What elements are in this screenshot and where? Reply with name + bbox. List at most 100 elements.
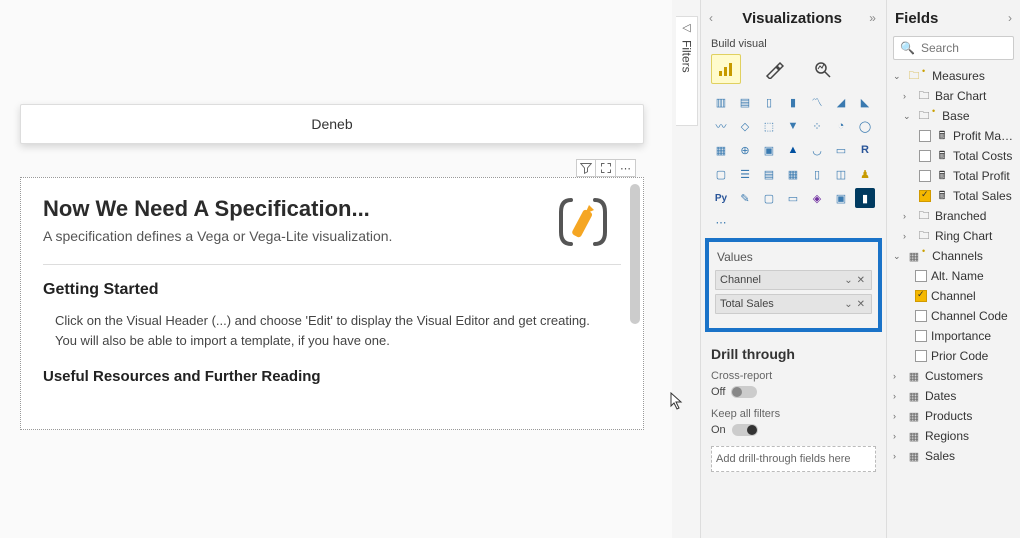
- tree-regions[interactable]: › ▦ Regions: [891, 426, 1016, 446]
- tree-bar-chart[interactable]: › 🗀 Bar Chart: [891, 86, 1016, 106]
- tree-branched[interactable]: › 🗀 Branched: [891, 206, 1016, 226]
- spec-heading: Now We Need A Specification...: [43, 196, 621, 222]
- deneb-custom-visual-icon[interactable]: ▮: [855, 188, 875, 208]
- scatter-icon[interactable]: ⁘: [807, 116, 827, 136]
- format-visual-tab[interactable]: [759, 54, 789, 84]
- stacked-bar-icon[interactable]: ▥: [711, 92, 731, 112]
- area-chart-icon[interactable]: ◢: [831, 92, 851, 112]
- scrollbar-thumb[interactable]: [630, 184, 640, 324]
- pie-icon[interactable]: ◔: [831, 116, 851, 136]
- chevron-down-icon[interactable]: ⌄: [842, 275, 854, 286]
- narrative-icon[interactable]: ▢: [759, 188, 779, 208]
- checkbox[interactable]: [919, 150, 931, 162]
- decomposition-icon[interactable]: ◫: [831, 164, 851, 184]
- ribbon-icon[interactable]: ◇: [735, 116, 755, 136]
- filled-map-icon[interactable]: ▣: [759, 140, 779, 160]
- tree-field-total-profit[interactable]: 🖩 Total Profit: [891, 166, 1016, 186]
- tree-field-alt-name[interactable]: Alt. Name: [891, 266, 1016, 286]
- tree-dates[interactable]: › ▦ Dates: [891, 386, 1016, 406]
- stacked-area-icon[interactable]: ◣: [855, 92, 875, 112]
- tree-label: Channel Code: [931, 309, 1016, 323]
- line-chart-icon[interactable]: 〽: [807, 92, 827, 112]
- tree-field-channel[interactable]: Channel: [891, 286, 1016, 306]
- drill-through-dropzone[interactable]: Add drill-through fields here: [711, 446, 876, 472]
- waterfall-icon[interactable]: ⬚: [759, 116, 779, 136]
- remove-field-icon[interactable]: ✕: [855, 299, 867, 310]
- expand-icon[interactable]: »: [869, 11, 876, 25]
- checkbox[interactable]: [919, 170, 931, 182]
- filters-label: Filters: [680, 40, 694, 73]
- r-visual-icon[interactable]: R: [855, 140, 875, 160]
- field-pill-total-sales[interactable]: Total Sales ⌄ ✕: [715, 294, 872, 314]
- tree-field-profit-margin[interactable]: 🖩 Profit Margin: [891, 126, 1016, 146]
- key-influencers-icon[interactable]: ♟: [855, 164, 875, 184]
- checkbox[interactable]: [915, 270, 927, 282]
- checkbox[interactable]: [915, 350, 927, 362]
- tree-sales[interactable]: › ▦ Sales: [891, 446, 1016, 466]
- checkbox[interactable]: [915, 290, 927, 302]
- cross-report-toggle[interactable]: [731, 386, 757, 398]
- paginated-icon[interactable]: ▭: [783, 188, 803, 208]
- report-canvas[interactable]: Deneb ⋯ Now We Need A Specification... A…: [0, 0, 672, 538]
- keep-filters-toggle[interactable]: [732, 424, 758, 436]
- donut-icon[interactable]: ◯: [855, 116, 875, 136]
- cross-report-label: Cross-report: [711, 370, 876, 382]
- more-options-icon[interactable]: ⋯: [616, 159, 636, 177]
- table-icon[interactable]: ▤: [759, 164, 779, 184]
- clustered-bar-icon[interactable]: ▤: [735, 92, 755, 112]
- azure-map-icon[interactable]: ▲: [783, 140, 803, 160]
- focus-mode-icon[interactable]: [596, 159, 616, 177]
- line-column-icon[interactable]: 〰: [711, 116, 731, 136]
- tree-field-importance[interactable]: Importance: [891, 326, 1016, 346]
- chevron-down-icon[interactable]: ⌄: [842, 299, 854, 310]
- checkbox[interactable]: [919, 130, 931, 142]
- checkbox[interactable]: [915, 310, 927, 322]
- fields-search[interactable]: 🔍: [893, 36, 1014, 60]
- deneb-visual[interactable]: Now We Need A Specification... A specifi…: [20, 177, 644, 430]
- treemap-icon[interactable]: ▦: [711, 140, 731, 160]
- values-label: Values: [715, 250, 872, 264]
- tree-ring-chart[interactable]: › 🗀 Ring Chart: [891, 226, 1016, 246]
- tree-field-channel-code[interactable]: Channel Code: [891, 306, 1016, 326]
- field-pill-channel[interactable]: Channel ⌄ ✕: [715, 270, 872, 290]
- power-apps-icon[interactable]: ◈: [807, 188, 827, 208]
- kpi-icon[interactable]: ▢: [711, 164, 731, 184]
- chevron-right-icon: ›: [893, 391, 903, 401]
- checkbox[interactable]: [915, 330, 927, 342]
- tree-label: Customers: [925, 369, 1016, 383]
- multi-row-card-icon[interactable]: ▯: [807, 164, 827, 184]
- tree-customers[interactable]: › ▦ Customers: [891, 366, 1016, 386]
- checkbox[interactable]: [919, 190, 931, 202]
- collapse-left-icon[interactable]: ‹: [709, 11, 713, 25]
- measure-group-icon: 🗀: [907, 67, 921, 86]
- clustered-column-icon[interactable]: ▮: [783, 92, 803, 112]
- map-icon[interactable]: ⊕: [735, 140, 755, 160]
- funnel-icon[interactable]: ▼: [783, 116, 803, 136]
- qa-icon[interactable]: ✎: [735, 188, 755, 208]
- analytics-tab[interactable]: [807, 54, 837, 84]
- tree-label: Total Costs: [953, 149, 1016, 163]
- tree-field-total-costs[interactable]: 🖩 Total Costs: [891, 146, 1016, 166]
- tree-field-prior-code[interactable]: Prior Code: [891, 346, 1016, 366]
- tree-base[interactable]: ⌄ 🗀• Base: [891, 106, 1016, 126]
- filters-pane-collapsed[interactable]: ◁ Filters: [676, 16, 698, 126]
- visualizations-title: Visualizations: [742, 10, 842, 27]
- matrix-icon[interactable]: ▦: [783, 164, 803, 184]
- build-visual-tab[interactable]: [711, 54, 741, 84]
- tree-channels[interactable]: ⌄ ▦• Channels: [891, 246, 1016, 266]
- collapse-right-icon[interactable]: ›: [1008, 11, 1012, 25]
- tree-products[interactable]: › ▦ Products: [891, 406, 1016, 426]
- slicer-icon[interactable]: ☰: [735, 164, 755, 184]
- gauge-icon[interactable]: ◡: [807, 140, 827, 160]
- filter-icon[interactable]: [576, 159, 596, 177]
- values-field-well: Values Channel ⌄ ✕ Total Sales ⌄ ✕: [705, 238, 882, 332]
- card-icon[interactable]: ▭: [831, 140, 851, 160]
- tree-field-total-sales[interactable]: 🖩 Total Sales: [891, 186, 1016, 206]
- python-visual-icon[interactable]: Py: [711, 188, 731, 208]
- power-automate-icon[interactable]: ▣: [831, 188, 851, 208]
- tree-measures[interactable]: ⌄ 🗀• Measures: [891, 66, 1016, 86]
- stacked-column-icon[interactable]: ▯: [759, 92, 779, 112]
- search-input[interactable]: [921, 41, 1007, 55]
- remove-field-icon[interactable]: ✕: [855, 275, 867, 286]
- get-more-visuals-icon[interactable]: ⋯: [711, 212, 731, 232]
